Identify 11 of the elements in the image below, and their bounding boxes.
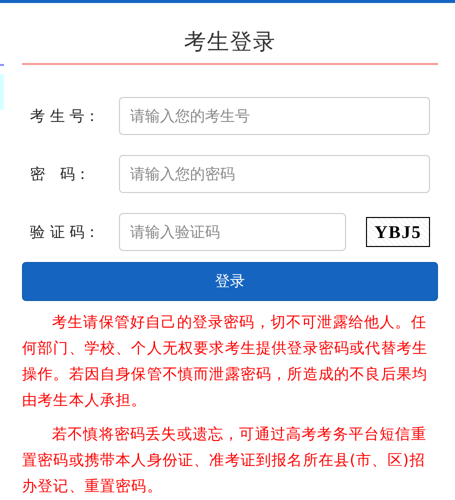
notice-text: 若不慎将密码丢失或遗忘，可通过高考考务平台短信重置密码或携带本人身份证、准考证到报名所在县(市、区)招办登记、重置密码。 bbox=[22, 424, 428, 497]
captcha-image[interactable]: YBJ5 bbox=[366, 217, 430, 247]
field-label: 验 证 码： bbox=[29, 222, 101, 242]
candidate-number-field[interactable]: 请输入您的考生号 bbox=[119, 97, 430, 135]
password-field[interactable]: 请输入您的密码 bbox=[119, 155, 430, 193]
captcha-field[interactable]: 请输入验证码 bbox=[119, 213, 346, 251]
login-button[interactable]: 登录 bbox=[22, 262, 438, 301]
login-title: 考生登录 bbox=[183, 29, 277, 57]
field-label: 密 码： bbox=[29, 164, 91, 184]
notice-text: 考生请保管好自己的登录密码，切不可泄露给他人。任何部门、学校、个人无权要求考生提供登录密码或代替考生操作。若因自身保管不慎而泄露密码，所造成的不良后果均由考生本人承担。 bbox=[22, 312, 429, 411]
field-label: 考 生 号： bbox=[29, 106, 101, 126]
